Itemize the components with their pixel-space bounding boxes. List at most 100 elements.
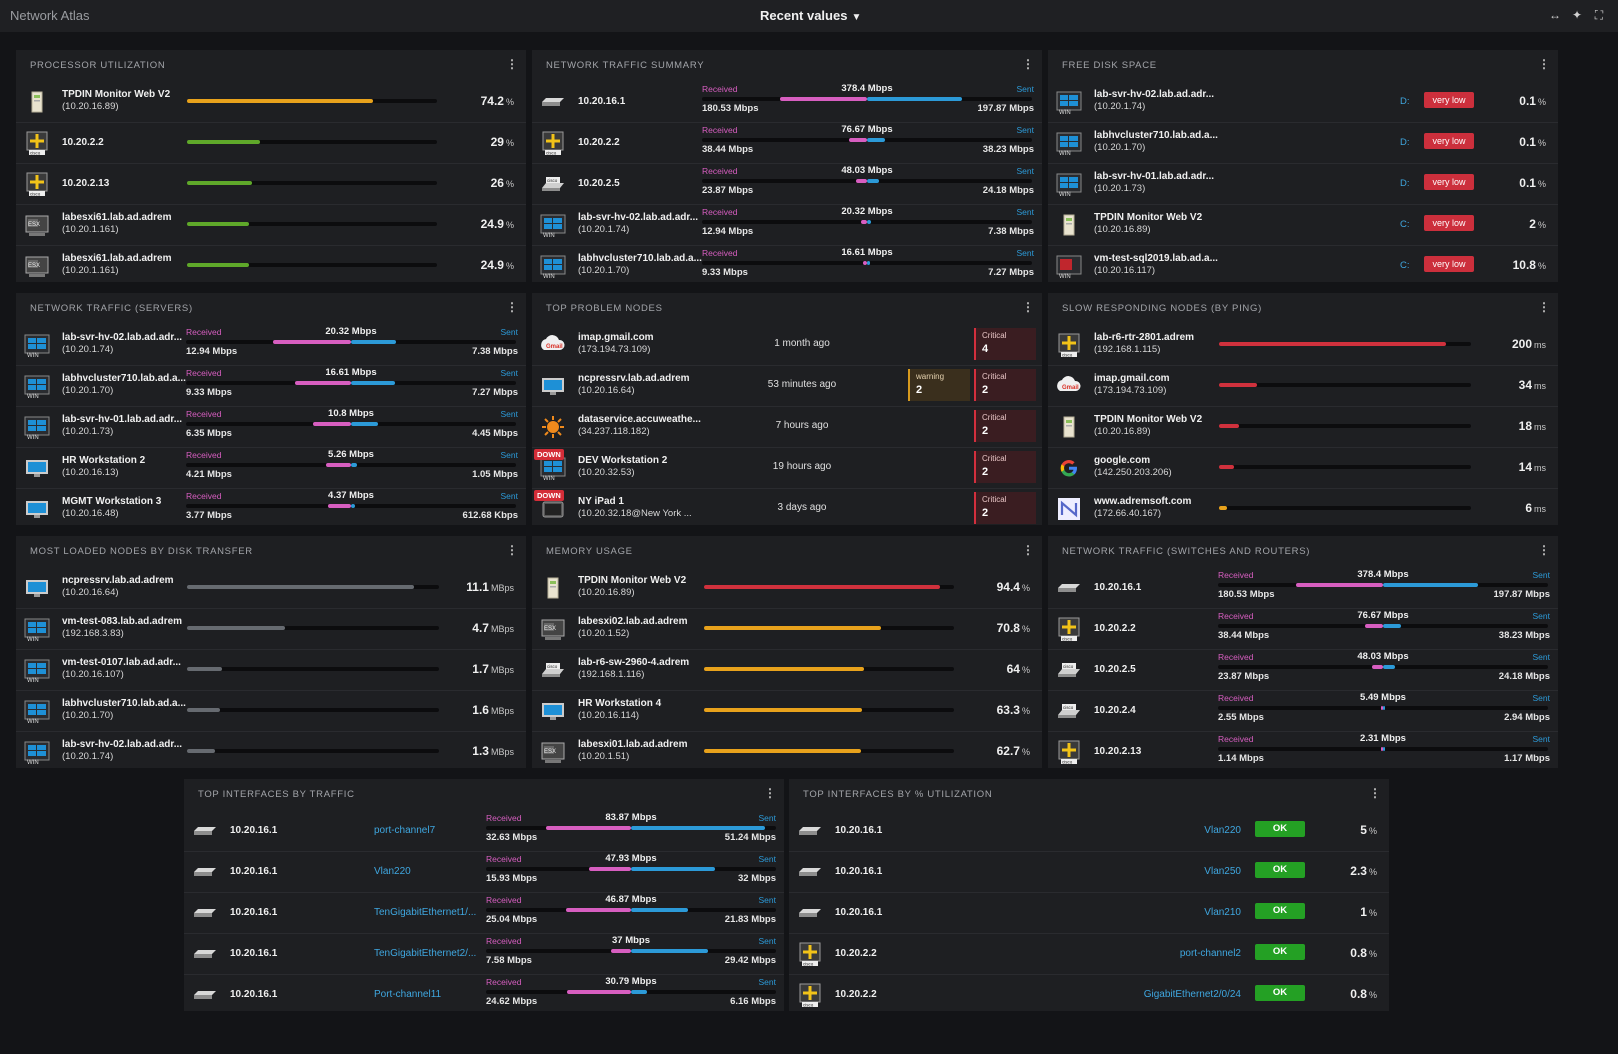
node-name[interactable]: TPDIN Monitor Web V2: [62, 89, 170, 100]
node-name[interactable]: ncpressrv.lab.ad.adrem: [578, 373, 690, 384]
value-bar: [187, 140, 437, 144]
node-name[interactable]: HR Workstation 4: [578, 698, 661, 709]
node-ip: (10.20.1.70): [1094, 142, 1146, 153]
received-value: 38.44 Mbps: [702, 144, 754, 155]
panel-menu-icon[interactable]: ⋮: [1369, 786, 1381, 800]
metric-number: 11.1: [466, 580, 489, 594]
node-name[interactable]: DEV Workstation 2: [578, 455, 667, 466]
value-bar: [704, 667, 954, 671]
received-bar-fill: [272, 340, 351, 344]
node-name[interactable]: lab-svr-hv-02.lab.ad.adr...: [578, 212, 698, 223]
node-name[interactable]: 10.20.16.1: [230, 907, 277, 918]
node-name[interactable]: HR Workstation 2: [62, 455, 145, 466]
drive-letter: C:: [1400, 260, 1410, 271]
node-name[interactable]: 10.20.16.1: [230, 866, 277, 877]
node-name[interactable]: labesxi61.lab.ad.adrem: [62, 212, 172, 223]
node-name[interactable]: NY iPad 1: [578, 496, 624, 507]
fullscreen-icon[interactable]: ⛶: [1592, 8, 1606, 22]
node-name[interactable]: lab-svr-hv-02.lab.ad.adr...: [62, 332, 182, 343]
critical-label: Critical: [982, 413, 1007, 422]
panel-menu-icon[interactable]: ⋮: [1538, 543, 1550, 557]
list-item: TPDIN Monitor Web V2 (10.20.16.89) C: very …: [1048, 204, 1558, 246]
interface-link[interactable]: Vlan210: [1204, 907, 1241, 918]
value-bar-fill: [187, 626, 286, 630]
node-name[interactable]: ncpressrv.lab.ad.adrem: [62, 575, 174, 586]
status-badge: OK: [1255, 985, 1305, 1001]
critical-count: 2: [982, 384, 989, 396]
node-name[interactable]: labesxi02.lab.ad.adrem: [578, 616, 688, 627]
fit-width-icon[interactable]: ↔: [1548, 8, 1562, 22]
node-name[interactable]: 10.20.2.2: [1094, 623, 1136, 634]
metric-value: 0.8%: [1350, 987, 1377, 1001]
interface-link[interactable]: port-channel7: [374, 825, 435, 836]
panel-menu-icon[interactable]: ⋮: [1022, 57, 1034, 71]
node-name[interactable]: 10.20.16.1: [578, 96, 625, 107]
value-bar: [187, 99, 437, 103]
node-name[interactable]: labhvcluster710.lab.ad.a...: [62, 698, 186, 709]
node-name[interactable]: labhvcluster710.lab.ad.a...: [578, 253, 702, 264]
node-name[interactable]: 10.20.2.4: [1094, 705, 1136, 716]
node-name[interactable]: 10.20.2.2: [62, 137, 104, 148]
node-name[interactable]: 10.20.16.1: [230, 948, 277, 959]
node-name[interactable]: vm-test-0107.lab.ad.adr...: [62, 657, 181, 668]
node-name[interactable]: TPDIN Monitor Web V2: [1094, 414, 1202, 425]
node-ip: (10.20.1.74): [578, 224, 630, 235]
node-name[interactable]: vm-test-083.lab.ad.adrem: [62, 616, 182, 627]
panel-menu-icon[interactable]: ⋮: [764, 786, 776, 800]
node-name[interactable]: 10.20.2.2: [835, 989, 877, 1000]
node-name[interactable]: 10.20.2.2: [835, 948, 877, 959]
node-name[interactable]: imap.gmail.com: [1094, 373, 1170, 384]
node-name[interactable]: lab-r6-rtr-2801.adrem: [1094, 332, 1194, 343]
interface-link[interactable]: Vlan220: [1204, 825, 1241, 836]
node-name[interactable]: lab-svr-hv-01.lab.ad.adr...: [1094, 171, 1214, 182]
node-name[interactable]: imap.gmail.com: [578, 332, 654, 343]
node-name[interactable]: labesxi01.lab.ad.adrem: [578, 739, 688, 750]
panel-menu-icon[interactable]: ⋮: [1022, 300, 1034, 314]
node-name[interactable]: 10.20.2.13: [62, 178, 109, 189]
node-name[interactable]: lab-svr-hv-02.lab.ad.adr...: [1094, 89, 1214, 100]
interface-link[interactable]: Vlan220: [374, 866, 411, 877]
node-name[interactable]: TPDIN Monitor Web V2: [1094, 212, 1202, 223]
interface-link[interactable]: TenGigabitEthernet1/...: [374, 907, 476, 918]
interface-link[interactable]: port-channel2: [1180, 948, 1241, 959]
node-name[interactable]: 10.20.2.13: [1094, 746, 1141, 757]
node-name[interactable]: dataservice.accuweathe...: [578, 414, 701, 425]
interface-link[interactable]: Vlan250: [1204, 866, 1241, 877]
panel-menu-icon[interactable]: ⋮: [1538, 57, 1550, 71]
sent-value: 1.17 Mbps: [1504, 753, 1550, 764]
interface-link[interactable]: GigabitEthernet2/0/24: [1144, 989, 1241, 1000]
edit-layout-icon[interactable]: ✦: [1570, 8, 1584, 22]
node-name[interactable]: 10.20.16.1: [230, 825, 277, 836]
panel-menu-icon[interactable]: ⋮: [506, 57, 518, 71]
interface-link[interactable]: TenGigabitEthernet2/...: [374, 948, 476, 959]
panel-menu-icon[interactable]: ⋮: [1538, 300, 1550, 314]
node-name[interactable]: lab-svr-hv-01.lab.ad.adr...: [62, 414, 182, 425]
interface-link[interactable]: Port-channel11: [374, 989, 441, 1000]
node-name[interactable]: 10.20.16.1: [835, 866, 882, 877]
node-name[interactable]: MGMT Workstation 3: [62, 496, 161, 507]
node-name[interactable]: TPDIN Monitor Web V2: [578, 575, 686, 586]
node-name[interactable]: labesxi61.lab.ad.adrem: [62, 253, 172, 264]
view-selector[interactable]: Recent values ▼: [760, 8, 861, 23]
node-name[interactable]: 10.20.16.1: [230, 989, 277, 1000]
node-name[interactable]: 10.20.2.2: [578, 137, 620, 148]
sent-bar-fill: [1383, 583, 1478, 587]
node-name[interactable]: 10.20.2.5: [1094, 664, 1136, 675]
node-name[interactable]: 10.20.2.5: [578, 178, 620, 189]
node-name[interactable]: labhvcluster710.lab.ad.a...: [1094, 130, 1218, 141]
node-name[interactable]: labhvcluster710.lab.ad.a...: [62, 373, 186, 384]
sent-value: 32 Mbps: [737, 873, 776, 884]
node-name[interactable]: www.adremsoft.com: [1094, 496, 1191, 507]
panel-menu-icon[interactable]: ⋮: [1022, 543, 1034, 557]
node-name[interactable]: lab-svr-hv-02.lab.ad.adr...: [62, 739, 182, 750]
node-name[interactable]: google.com: [1094, 455, 1150, 466]
node-name[interactable]: 10.20.16.1: [835, 907, 882, 918]
node-name[interactable]: 10.20.16.1: [835, 825, 882, 836]
node-name[interactable]: vm-test-sql2019.lab.ad.a...: [1094, 253, 1218, 264]
panel-menu-icon[interactable]: ⋮: [506, 543, 518, 557]
panel-menu-icon[interactable]: ⋮: [506, 300, 518, 314]
node-name[interactable]: lab-r6-sw-2960-4.adrem: [578, 657, 689, 668]
value-bar-fill: [704, 667, 864, 671]
list-item: cisco 10.20.2.13 26%: [16, 163, 526, 205]
node-name[interactable]: 10.20.16.1: [1094, 582, 1141, 593]
